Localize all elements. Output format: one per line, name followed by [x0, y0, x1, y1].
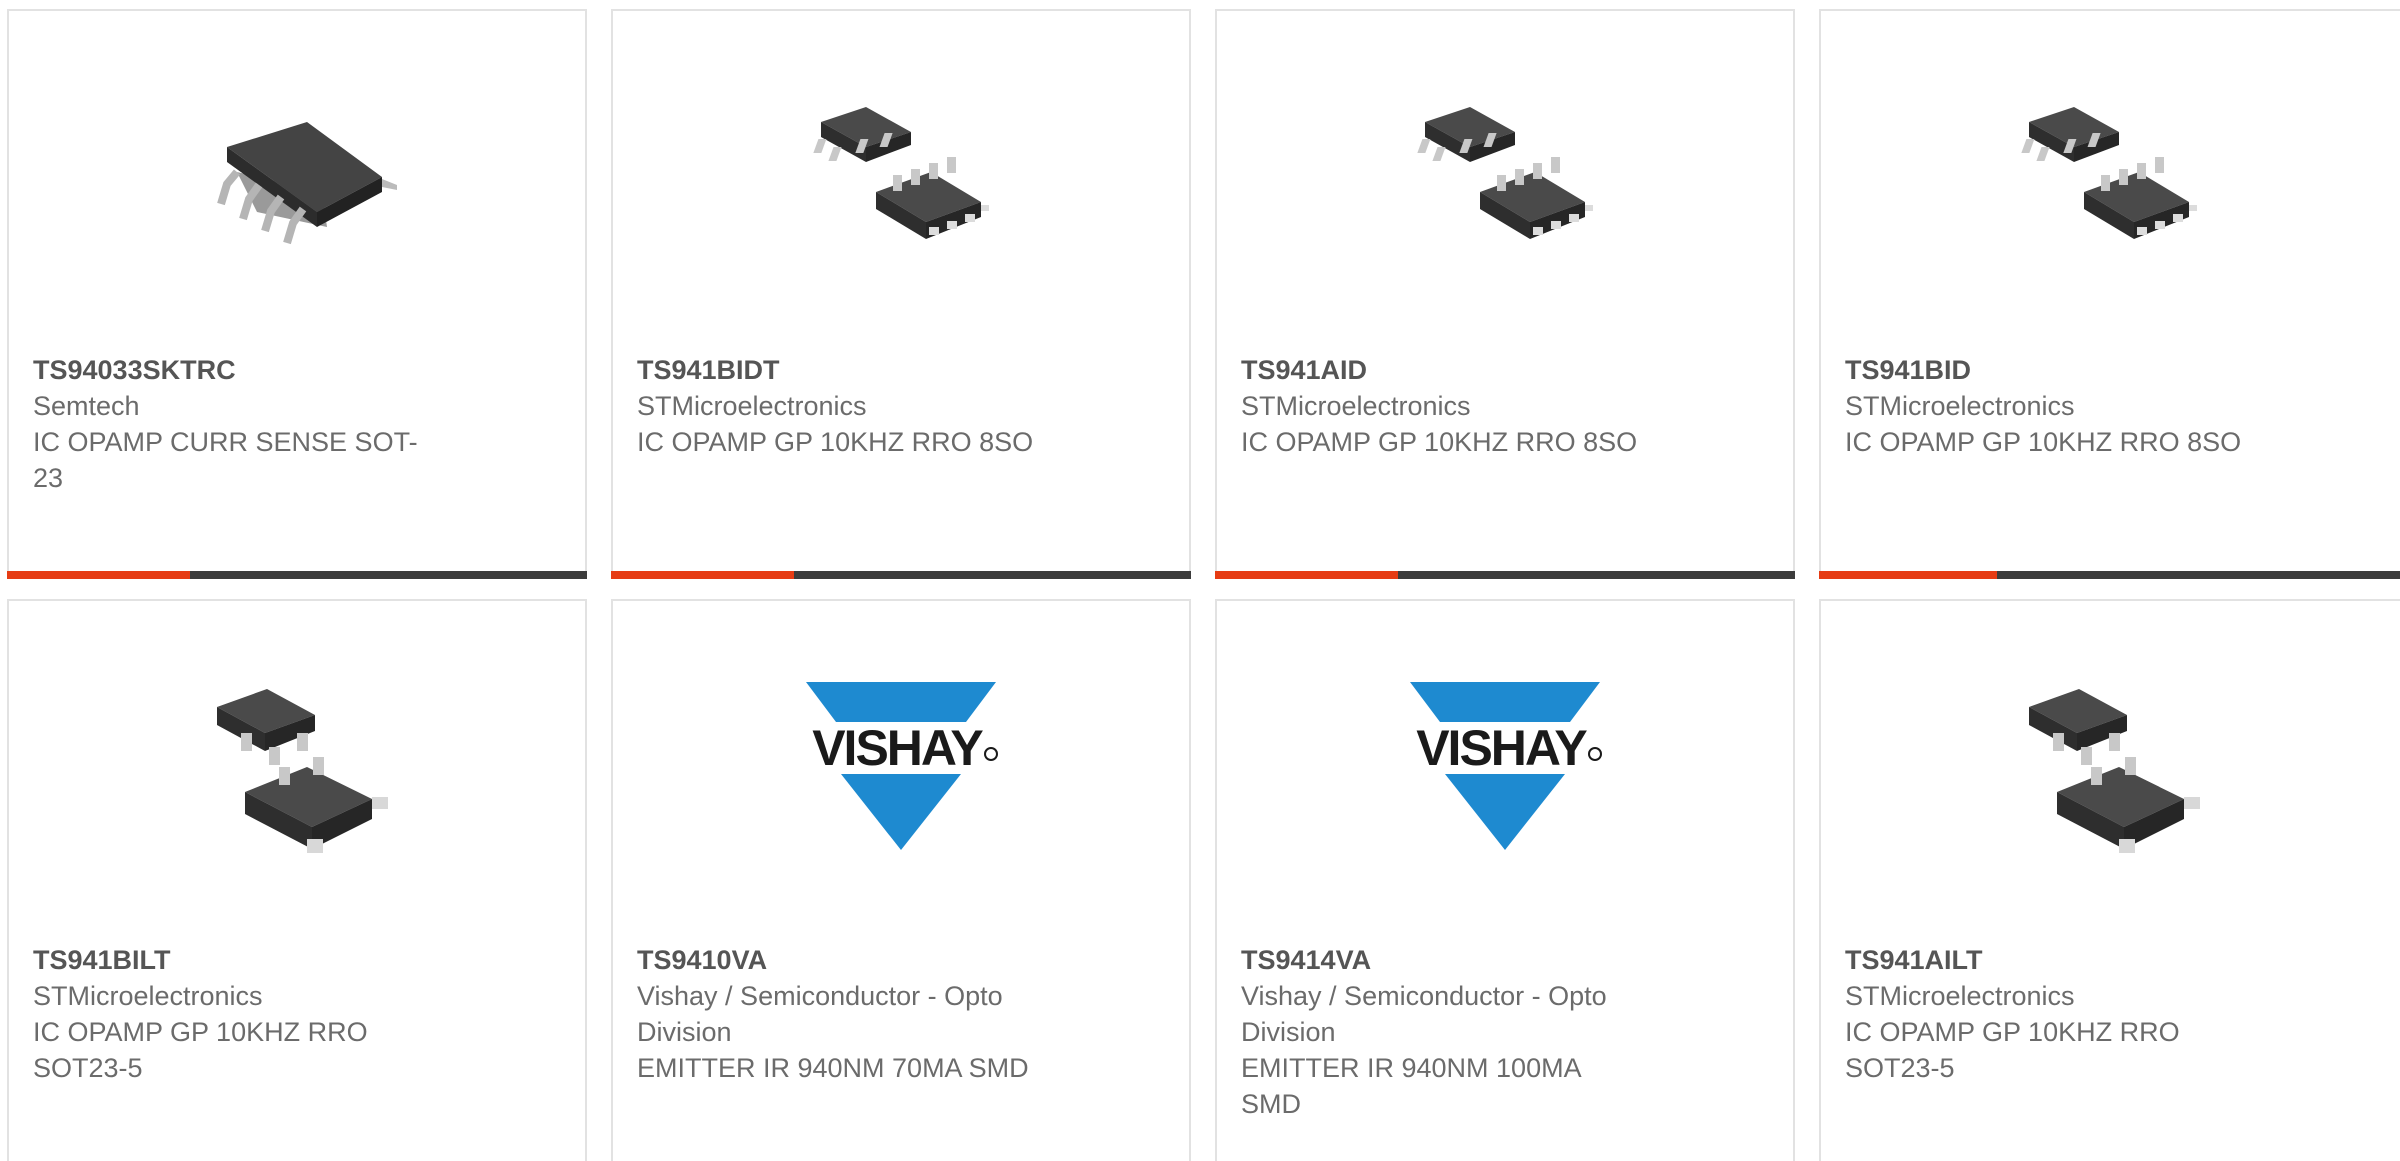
- card-accent-bar: [7, 571, 190, 579]
- product-card[interactable]: TS941BIDT STMicroelectronics IC OPAMP GP…: [611, 9, 1191, 579]
- product-grid: TS94033SKTRC Semtech IC OPAMP CURR SENSE…: [0, 0, 2400, 1161]
- product-image[interactable]: [2009, 77, 2209, 277]
- card-bottom-bar: [611, 571, 1191, 579]
- product-info: TS94033SKTRC Semtech IC OPAMP CURR SENSE…: [33, 352, 453, 496]
- description: IC OPAMP CURR SENSE SOT-23: [33, 427, 418, 493]
- product-image[interactable]: [197, 667, 397, 867]
- product-info: TS941AILT STMicroelectronics IC OPAMP GP…: [1845, 942, 2265, 1086]
- product-image[interactable]: [197, 77, 397, 277]
- manufacturer: STMicroelectronics: [33, 981, 263, 1011]
- card-accent-bar: [1819, 571, 1998, 579]
- description: EMITTER IR 940NM 100MA SMD: [1241, 1053, 1581, 1119]
- part-number-link[interactable]: TS941BIDT: [637, 352, 1057, 388]
- so8-chip-icon: [2021, 107, 2197, 239]
- card-accent-bar: [1215, 571, 1398, 579]
- part-number-link[interactable]: TS9414VA: [1241, 942, 1661, 978]
- product-card[interactable]: TS941AILT STMicroelectronics IC OPAMP GP…: [1819, 599, 2400, 1161]
- product-info: TS941BIDT STMicroelectronics IC OPAMP GP…: [637, 352, 1057, 460]
- product-image[interactable]: [801, 77, 1001, 277]
- sot23-5-chip-icon: [217, 689, 388, 853]
- vishay-logo: VISHAY: [1410, 682, 1602, 850]
- product-card[interactable]: VISHAY TS9414VA Vishay / Semiconductor -…: [1215, 599, 1795, 1161]
- product-card[interactable]: VISHAY TS9410VA Vishay / Semiconductor -…: [611, 599, 1191, 1161]
- product-card[interactable]: TS941BILT STMicroelectronics IC OPAMP GP…: [7, 599, 587, 1161]
- product-image[interactable]: VISHAY: [801, 667, 1001, 867]
- manufacturer: STMicroelectronics: [637, 391, 867, 421]
- product-info: TS941BID STMicroelectronics IC OPAMP GP …: [1845, 352, 2265, 460]
- manufacturer: STMicroelectronics: [1845, 391, 2075, 421]
- product-image[interactable]: VISHAY: [1405, 667, 1605, 867]
- product-card[interactable]: TS94033SKTRC Semtech IC OPAMP CURR SENSE…: [7, 9, 587, 579]
- vishay-logo-text: VISHAY: [1416, 720, 1587, 776]
- part-number-link[interactable]: TS94033SKTRC: [33, 352, 453, 388]
- part-number-link[interactable]: TS941AID: [1241, 352, 1661, 388]
- manufacturer: STMicroelectronics: [1845, 981, 2075, 1011]
- product-card[interactable]: TS941AID STMicroelectronics IC OPAMP GP …: [1215, 9, 1795, 579]
- part-number-link[interactable]: TS941BID: [1845, 352, 2265, 388]
- description: IC OPAMP GP 10KHZ RRO SOT23-5: [1845, 1017, 2180, 1083]
- so8-chip-icon: [1417, 107, 1593, 239]
- manufacturer: Vishay / Semiconductor - Opto Division: [637, 981, 1003, 1047]
- manufacturer: Semtech: [33, 391, 140, 421]
- vishay-logo: VISHAY: [806, 682, 998, 850]
- part-number-link[interactable]: TS9410VA: [637, 942, 1057, 978]
- card-bottom-bar: [7, 571, 587, 579]
- product-info: TS941AID STMicroelectronics IC OPAMP GP …: [1241, 352, 1661, 460]
- card-accent-bar: [611, 571, 794, 579]
- part-number-link[interactable]: TS941BILT: [33, 942, 453, 978]
- product-info: TS9414VA Vishay / Semiconductor - Opto D…: [1241, 942, 1661, 1122]
- product-card[interactable]: TS941BID STMicroelectronics IC OPAMP GP …: [1819, 9, 2400, 579]
- description: IC OPAMP GP 10KHZ RRO 8SO: [1241, 427, 1638, 457]
- description: IC OPAMP GP 10KHZ RRO 8SO: [1845, 427, 2242, 457]
- description: IC OPAMP GP 10KHZ RRO SOT23-5: [33, 1017, 368, 1083]
- product-info: TS9410VA Vishay / Semiconductor - Opto D…: [637, 942, 1057, 1086]
- so8-chip-icon: [813, 107, 989, 239]
- description: IC OPAMP GP 10KHZ RRO 8SO: [637, 427, 1034, 457]
- sot23-5-chip-icon: [2029, 689, 2200, 853]
- card-bottom-bar: [1215, 571, 1795, 579]
- sot23-6-chip-icon: [217, 122, 397, 245]
- product-image[interactable]: [1405, 77, 1605, 277]
- card-bottom-bar: [1819, 571, 2400, 579]
- part-number-link[interactable]: TS941AILT: [1845, 942, 2265, 978]
- vishay-logo-text: VISHAY: [812, 720, 983, 776]
- product-image[interactable]: [2009, 667, 2209, 867]
- manufacturer: Vishay / Semiconductor - Opto Division: [1241, 981, 1607, 1047]
- manufacturer: STMicroelectronics: [1241, 391, 1471, 421]
- description: EMITTER IR 940NM 70MA SMD: [637, 1053, 1029, 1083]
- product-info: TS941BILT STMicroelectronics IC OPAMP GP…: [33, 942, 453, 1086]
